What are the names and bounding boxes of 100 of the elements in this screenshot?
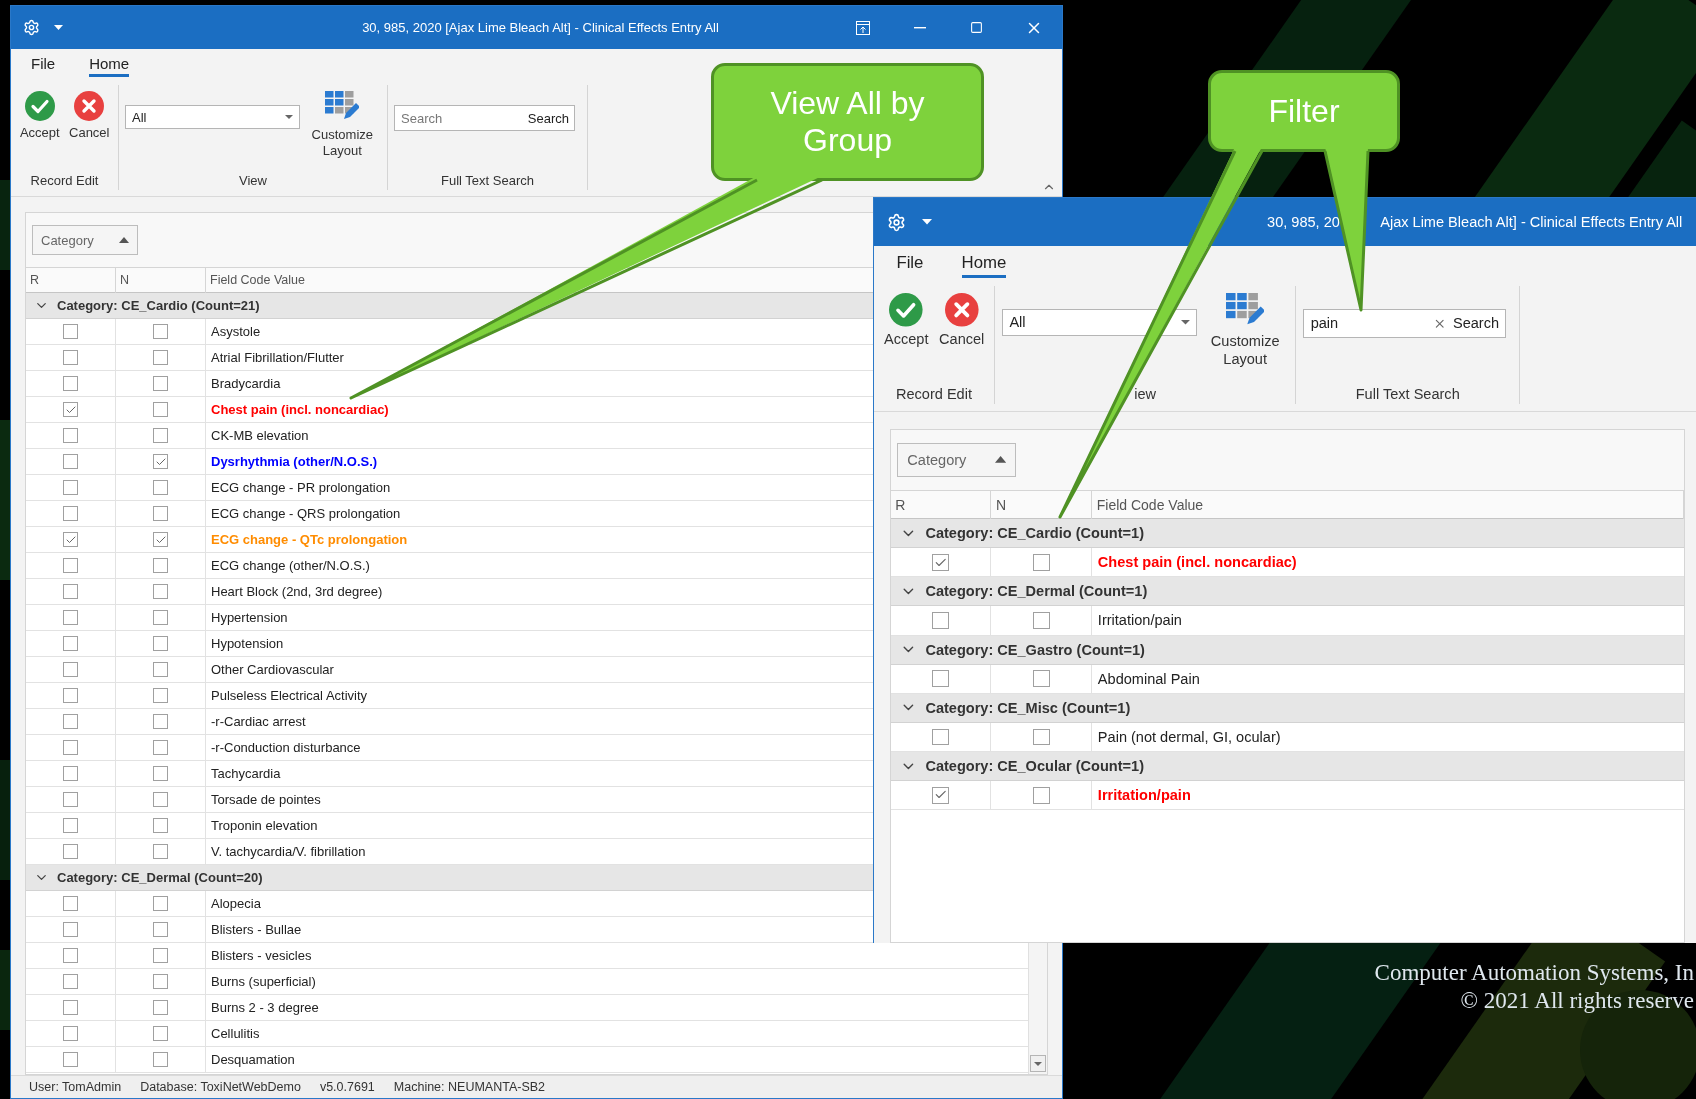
- checkbox[interactable]: [153, 584, 168, 599]
- checkbox[interactable]: [153, 688, 168, 703]
- caret-icon[interactable]: [922, 219, 933, 225]
- checkbox[interactable]: [932, 553, 949, 571]
- checkbox[interactable]: [63, 766, 78, 781]
- menu-tab[interactable]: Home: [961, 250, 1007, 278]
- checkbox[interactable]: [63, 402, 78, 417]
- view-dropdown[interactable]: All: [1001, 308, 1198, 336]
- dropdown-arrow-icon[interactable]: [1180, 320, 1190, 325]
- caret-icon[interactable]: [54, 25, 63, 30]
- checkbox[interactable]: [153, 792, 168, 807]
- group-label: View: [239, 173, 267, 190]
- view-dropdown[interactable]: All: [125, 105, 300, 129]
- checkbox[interactable]: [153, 896, 168, 911]
- dropdown-arrow-icon[interactable]: [284, 115, 293, 119]
- checkbox[interactable]: [63, 948, 78, 963]
- customize-layout-button[interactable]: Customize Layout: [1201, 293, 1289, 370]
- checkbox[interactable]: [63, 558, 78, 573]
- checkbox[interactable]: [932, 612, 949, 629]
- checkbox[interactable]: [63, 324, 78, 339]
- checkbox[interactable]: [153, 766, 168, 781]
- checkbox[interactable]: [63, 818, 78, 833]
- search-button[interactable]: Search: [525, 110, 571, 126]
- scroll-down-button[interactable]: [1030, 1055, 1046, 1072]
- checkbox[interactable]: [153, 558, 168, 573]
- checkbox[interactable]: [63, 792, 78, 807]
- checkbox[interactable]: [63, 896, 78, 911]
- checkbox[interactable]: [63, 636, 78, 651]
- accept-button[interactable]: Accept: [17, 91, 63, 141]
- checkbox[interactable]: [63, 922, 78, 937]
- table-cell-text: -r-Cardiac arrest: [211, 713, 306, 731]
- customize-layout-button[interactable]: Customize Layout: [303, 91, 381, 159]
- checkbox[interactable]: [153, 844, 168, 859]
- checkbox[interactable]: [153, 480, 168, 495]
- cancel-button[interactable]: Cancel: [936, 293, 988, 350]
- checkbox[interactable]: [63, 1052, 78, 1067]
- checkbox[interactable]: [153, 506, 168, 521]
- checkbox[interactable]: [153, 532, 168, 547]
- checkbox[interactable]: [63, 480, 78, 495]
- settings-icon[interactable]: [23, 19, 40, 36]
- checkbox[interactable]: [153, 818, 168, 833]
- checkbox[interactable]: [1032, 786, 1050, 804]
- checkbox[interactable]: [153, 428, 168, 443]
- checkbox[interactable]: [153, 662, 168, 677]
- column-header[interactable]: N: [991, 491, 1093, 520]
- checkbox[interactable]: [153, 1000, 168, 1015]
- checkbox[interactable]: [153, 1026, 168, 1041]
- search-button[interactable]: Search: [1450, 315, 1502, 332]
- checkbox[interactable]: [932, 670, 949, 688]
- table-cell-text: Chest pain (incl. noncardiac): [1097, 553, 1297, 573]
- checkbox[interactable]: [63, 584, 78, 599]
- search-field[interactable]: Search Search: [394, 105, 575, 131]
- dropdown-arrow-icon[interactable]: [1034, 1061, 1042, 1066]
- checkbox[interactable]: [63, 688, 78, 703]
- checkbox[interactable]: [1032, 670, 1050, 688]
- checkbox[interactable]: [153, 324, 168, 339]
- checkbox[interactable]: [63, 714, 78, 729]
- checkbox[interactable]: [1032, 612, 1050, 629]
- checkbox[interactable]: [153, 376, 168, 391]
- checkbox[interactable]: [63, 1026, 78, 1041]
- checkbox[interactable]: [153, 636, 168, 651]
- checkbox[interactable]: [1032, 728, 1050, 746]
- checkbox[interactable]: [153, 948, 168, 963]
- checkbox[interactable]: [63, 662, 78, 677]
- cancel-button[interactable]: Cancel: [66, 91, 112, 141]
- checkbox[interactable]: [932, 786, 949, 804]
- accept-button[interactable]: Accept: [880, 293, 932, 350]
- search-field[interactable]: pain Search: [1302, 308, 1506, 338]
- menu-tab[interactable]: Home: [89, 53, 130, 77]
- checkbox[interactable]: [63, 610, 78, 625]
- checkbox[interactable]: [153, 454, 168, 469]
- settings-icon[interactable]: [887, 212, 907, 232]
- checkbox[interactable]: [153, 402, 168, 417]
- checkbox[interactable]: [63, 506, 78, 521]
- checkbox[interactable]: [63, 1000, 78, 1015]
- checkbox[interactable]: [63, 376, 78, 391]
- window-title: 30, 985, 2020 [Ajax Lime Bleach Alt] - Clinical Effects Entry All: [362, 20, 719, 35]
- checkbox[interactable]: [153, 922, 168, 937]
- checkbox[interactable]: [153, 350, 168, 365]
- column-header[interactable]: R: [890, 491, 992, 520]
- checkbox[interactable]: [63, 974, 78, 989]
- table-cell-text: ECG change - QTc prolongation: [211, 531, 408, 549]
- checkbox[interactable]: [153, 1052, 168, 1067]
- checkbox[interactable]: [153, 740, 168, 755]
- checkbox[interactable]: [1032, 553, 1050, 571]
- group-by-chip[interactable]: Category: [32, 225, 138, 255]
- group-by-chip[interactable]: Category: [897, 443, 1017, 477]
- checkbox[interactable]: [63, 454, 78, 469]
- column-header[interactable]: Field Code Value: [1092, 491, 1685, 520]
- checkbox[interactable]: [153, 714, 168, 729]
- checkbox[interactable]: [63, 428, 78, 443]
- checkbox[interactable]: [63, 740, 78, 755]
- checkbox[interactable]: [63, 532, 78, 547]
- box-arrow-icon: [855, 20, 870, 35]
- checkbox[interactable]: [153, 974, 168, 989]
- checkbox[interactable]: [153, 610, 168, 625]
- menu-tab[interactable]: File: [31, 53, 56, 77]
- checkbox[interactable]: [63, 350, 78, 365]
- checkbox[interactable]: [63, 844, 78, 859]
- checkbox[interactable]: [932, 728, 949, 746]
